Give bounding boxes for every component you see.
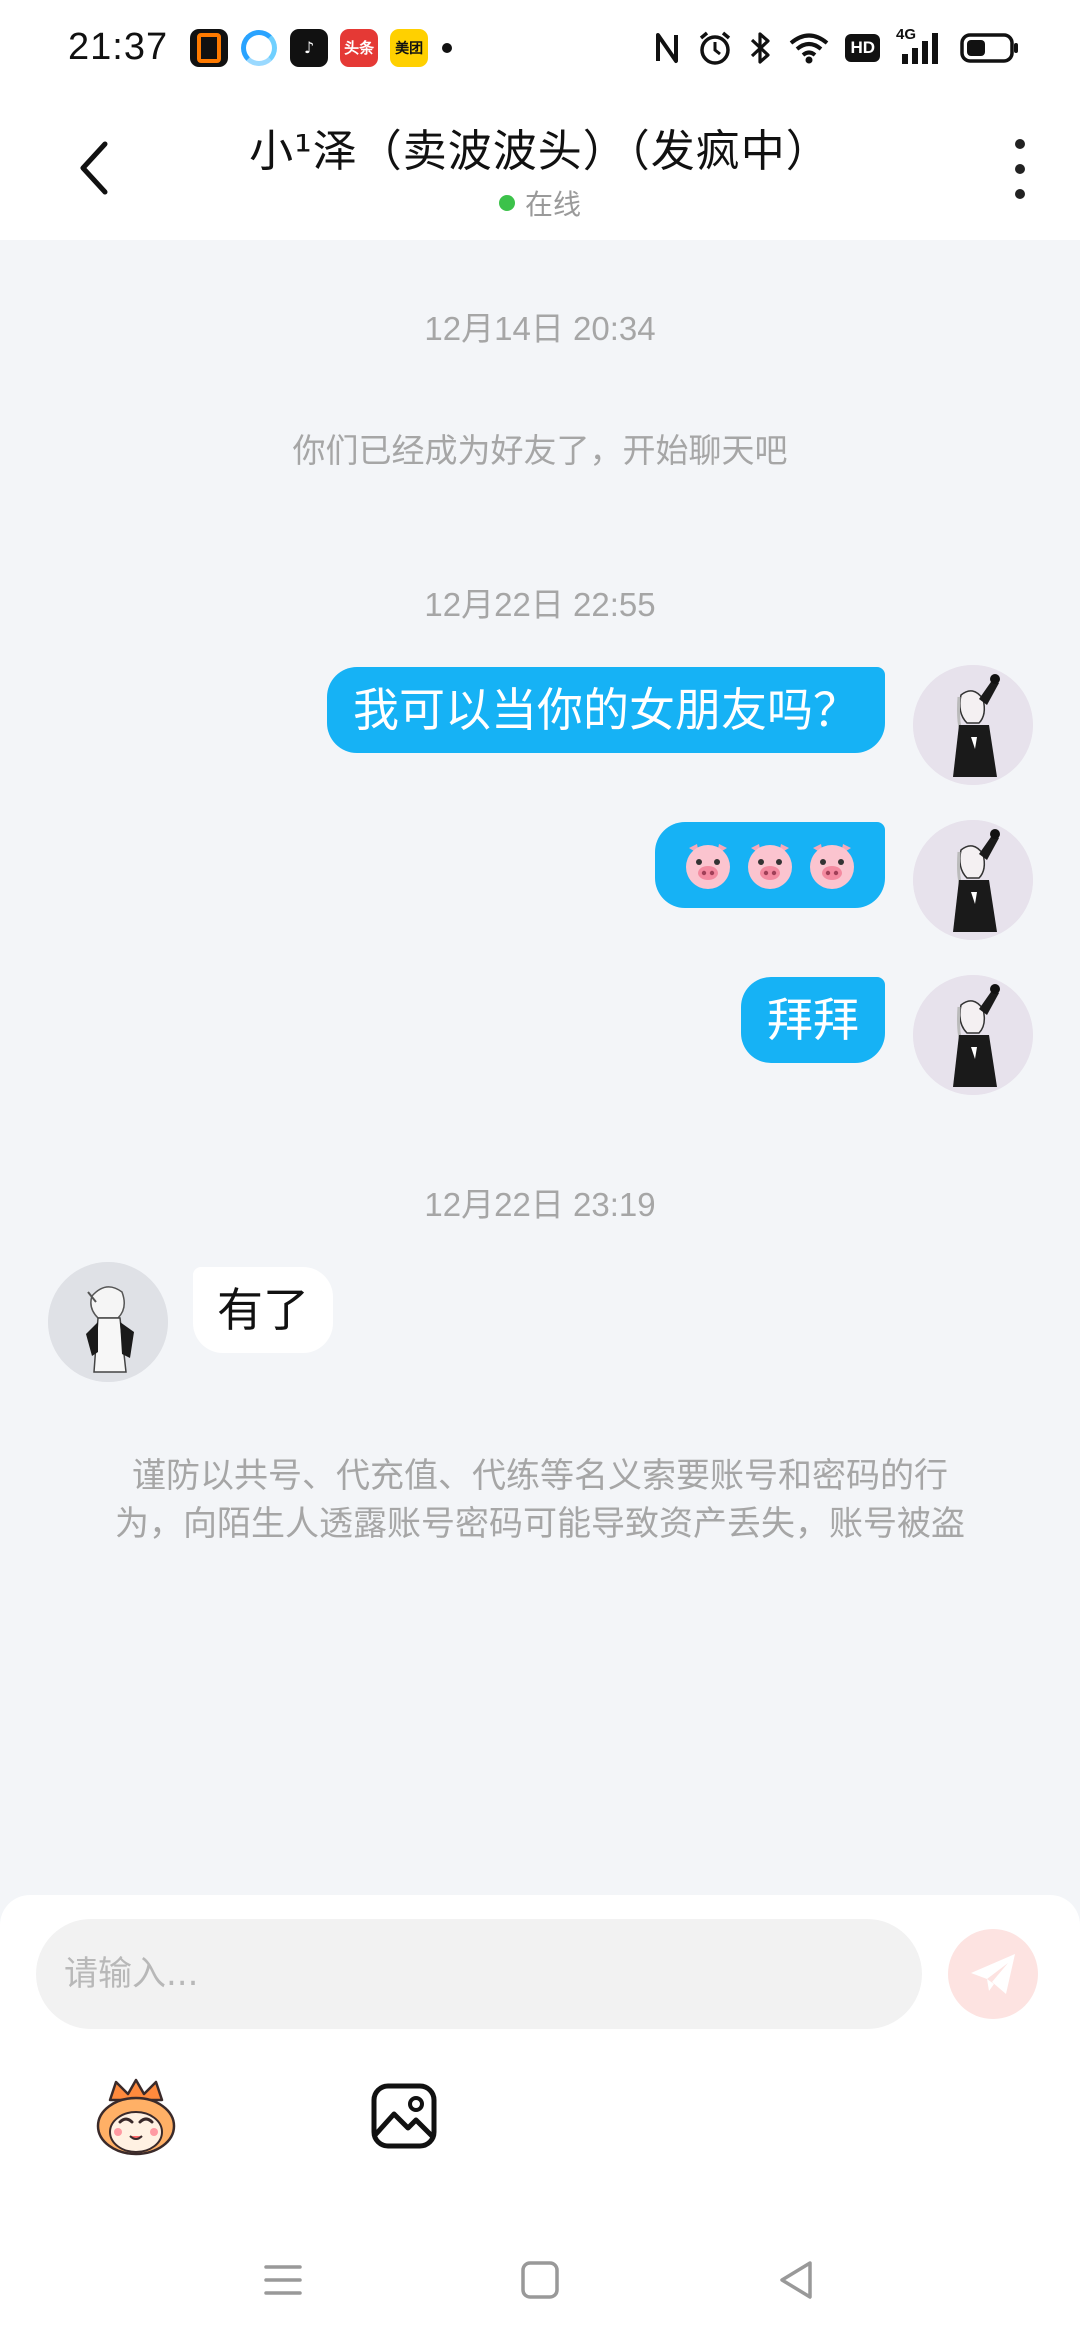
outgoing-message-bubble[interactable]: 拜拜: [741, 977, 885, 1063]
toutiao-icon: 头条: [340, 28, 379, 67]
online-status: 在线: [160, 183, 920, 223]
timestamp: 12月14日 20:34: [424, 310, 656, 347]
tiktok-icon: ♪: [290, 28, 329, 67]
qq-browser-icon: [240, 28, 279, 67]
system-nav-bar: [0, 2225, 1080, 2340]
signal-4g-icon: 4G: [896, 26, 944, 68]
hd-icon: HD: [845, 28, 880, 68]
avatar-character-icon: [913, 820, 1033, 940]
sticker-face-icon: [96, 2078, 176, 2156]
outgoing-message-bubble[interactable]: 我可以当你的女朋友吗？: [327, 667, 885, 753]
message-input[interactable]: [36, 1919, 922, 2029]
my-avatar[interactable]: [913, 665, 1033, 785]
outgoing-emoji-bubble[interactable]: [655, 822, 885, 908]
send-button[interactable]: [948, 1929, 1038, 2019]
more-dot-icon: [1015, 164, 1025, 174]
send-plane-icon: [971, 1954, 1015, 1994]
timestamp: 12月22日 23:19: [424, 1186, 656, 1223]
battery-icon: [960, 28, 1020, 68]
status-indicators: HD 4G: [653, 26, 1020, 68]
avatar-character-icon: [48, 1262, 168, 1382]
system-message: 你们已经成为好友了，开始聊天吧: [292, 431, 788, 470]
wifi-icon: [789, 28, 829, 68]
timestamp: 12月22日 22:55: [424, 586, 656, 623]
sticker-button[interactable]: [92, 2078, 180, 2158]
status-time: 21:37: [68, 26, 169, 68]
chat-title: 小¹泽（卖波波头）（发疯中）: [249, 126, 831, 177]
security-warning: 谨防以共号、代充值、代练等名义索要账号和密码的行 为，向陌生人透露账号密码可能导…: [80, 1452, 1000, 1548]
image-icon: [371, 2083, 437, 2149]
avatar-character-icon: [913, 975, 1033, 1095]
online-status-text: 在线: [524, 188, 581, 221]
menu-icon: [264, 2265, 302, 2295]
image-button[interactable]: [370, 2082, 438, 2150]
chevron-left-icon: [80, 141, 108, 195]
online-dot-icon: [498, 195, 515, 211]
bluetooth-icon: [749, 28, 773, 68]
security-warning-line: 谨防以共号、代充值、代练等名义索要账号和密码的行: [132, 1456, 948, 1496]
message-list[interactable]: 12月14日 20:34 你们已经成为好友了，开始聊天吧 12月22日 22:5…: [0, 240, 1080, 1895]
pig-face-icon: [810, 844, 854, 889]
status-bar: 21:37 ♪ 头条 美团 HD 4G: [0, 0, 1080, 95]
input-panel: [0, 1895, 1080, 2340]
alarm-icon: [697, 28, 733, 68]
security-warning-line: 为，向陌生人透露账号密码可能导致资产丢失，账号被盗: [115, 1504, 965, 1544]
status-app-icons: ♪ 头条 美团: [190, 28, 429, 67]
more-options-button[interactable]: [1000, 139, 1040, 199]
back-triangle-icon: [780, 2261, 812, 2299]
incoming-message-bubble[interactable]: 有了: [193, 1267, 333, 1353]
home-nav-button[interactable]: [515, 2255, 565, 2305]
meituan-icon: 美团: [390, 28, 429, 67]
emoji-row: [681, 822, 859, 908]
my-avatar[interactable]: [913, 820, 1033, 940]
my-avatar[interactable]: [913, 975, 1033, 1095]
contact-avatar[interactable]: [48, 1262, 168, 1382]
notification-dot-icon: [442, 42, 453, 53]
avatar-character-icon: [913, 665, 1033, 785]
home-square-icon: [521, 2261, 559, 2299]
title-block: 小¹泽（卖波波头）（发疯中） 在线: [160, 115, 920, 223]
office-icon: [190, 28, 229, 67]
pig-face-icon: [748, 844, 792, 889]
hd-label: HD: [845, 33, 880, 62]
back-nav-button[interactable]: [772, 2255, 822, 2305]
back-button[interactable]: [60, 133, 130, 203]
chat-header: 小¹泽（卖波波头）（发疯中） 在线: [0, 95, 1080, 240]
nfc-icon: [653, 28, 681, 68]
more-dot-icon: [1015, 189, 1025, 199]
pig-face-icon: [686, 844, 730, 889]
more-dot-icon: [1015, 139, 1025, 149]
menu-nav-button[interactable]: [258, 2255, 308, 2305]
